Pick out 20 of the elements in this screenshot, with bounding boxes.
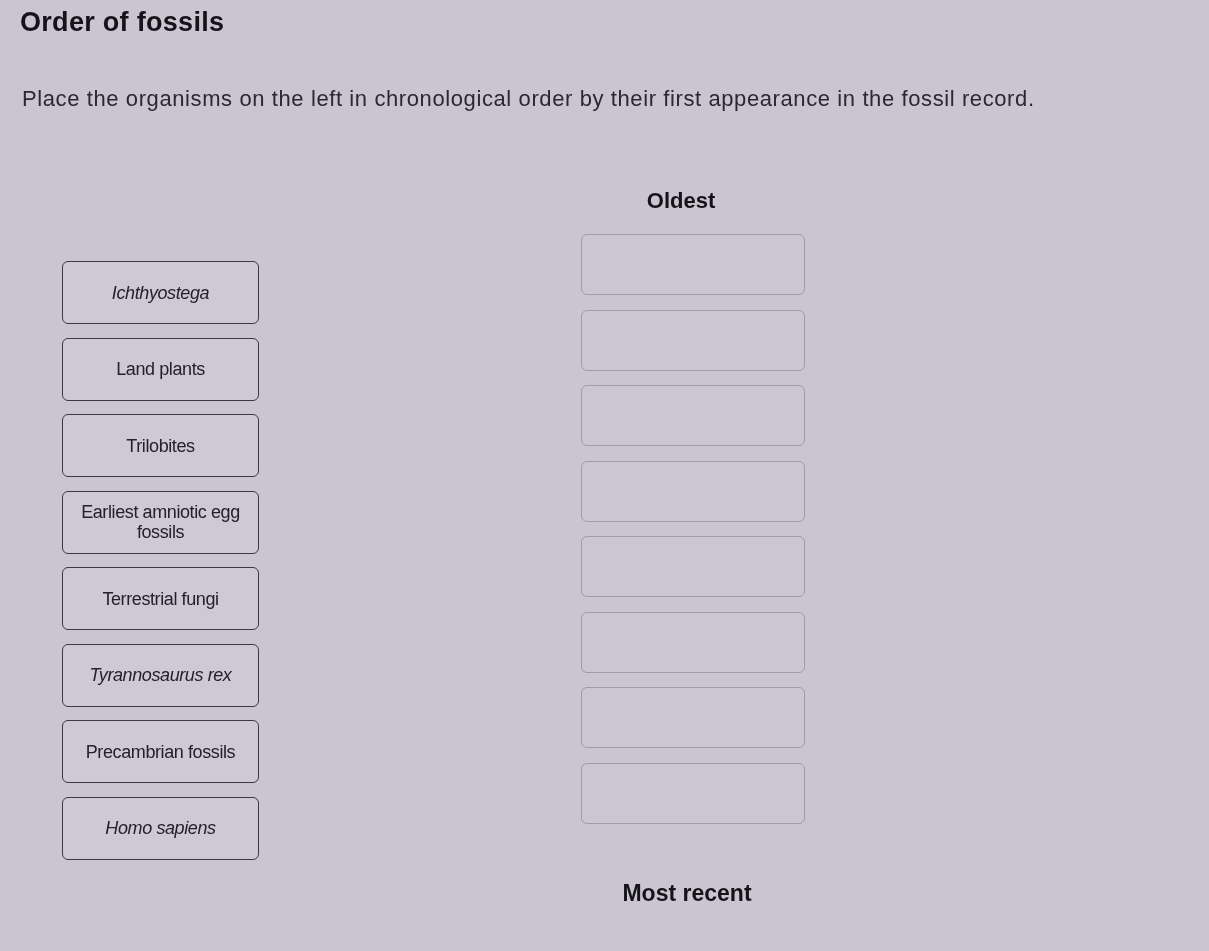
oldest-label: Oldest [646,188,716,214]
organism-card[interactable]: Land plants [62,337,259,401]
drop-slot[interactable] [581,536,805,597]
organism-card[interactable]: Tyrannosaurus rex [62,643,259,707]
drop-slot[interactable] [581,460,805,522]
drop-slot[interactable] [581,762,805,824]
drop-slot[interactable] [581,234,805,295]
drop-slot[interactable] [581,687,805,748]
organism-card[interactable]: Trilobites [62,414,259,477]
drop-slot[interactable] [581,309,805,371]
organism-card[interactable]: Precambrian fossils [62,720,259,783]
organism-card[interactable]: Ichthyostega [62,261,259,324]
drop-slot[interactable] [581,611,805,673]
instruction-text: Place the organisms on the left in chronological order by their first appearance in the fossil record. [22,85,1035,113]
organism-card[interactable]: Earliest amniotic egg fossils [62,490,259,554]
most-recent-label: Most recent [622,879,752,906]
organism-card[interactable]: Homo sapiens [62,796,259,860]
page-title: Order of fossils [20,6,225,38]
drop-slot[interactable] [581,385,805,446]
organism-card[interactable]: Terrestrial fungi [62,567,259,630]
